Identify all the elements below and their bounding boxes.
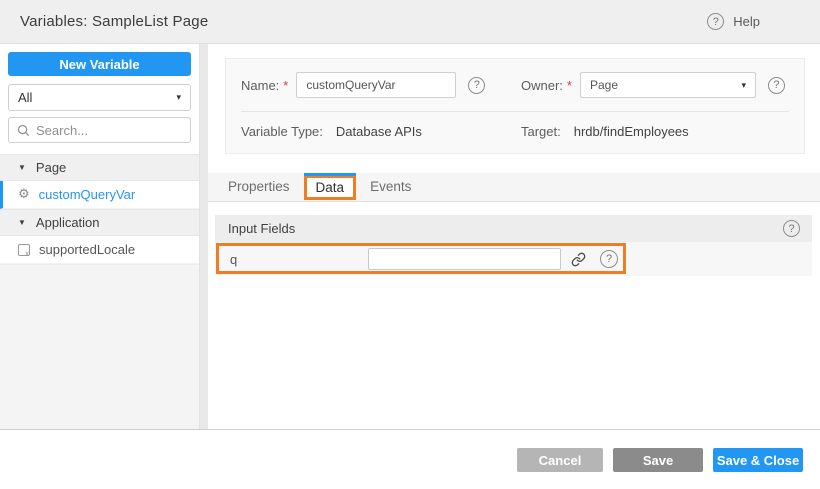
owner-help-icon[interactable]: ?	[768, 77, 785, 94]
name-help-icon[interactable]: ?	[468, 77, 485, 94]
field-help-icon[interactable]: ?	[600, 250, 618, 268]
tree-group-page[interactable]: ▼ Page	[0, 154, 199, 181]
tree-group-label: Page	[36, 160, 66, 175]
variable-summary-panel: Name: * ? Owner: * Page ▾ ?	[225, 58, 805, 154]
dialog-header: Variables: SampleList Page ? Help	[0, 0, 820, 44]
input-fields-title: Input Fields	[228, 221, 295, 236]
collapse-arrow-icon: ▼	[18, 218, 26, 227]
chevron-down-icon: ▾	[741, 80, 746, 91]
target-value: hrdb/findEmployees	[574, 124, 689, 139]
tab-events[interactable]: Events	[356, 173, 425, 201]
field-q-input[interactable]	[368, 248, 561, 270]
page-title: Variables: SampleList Page	[20, 13, 208, 30]
target-label: Target:	[521, 124, 561, 139]
tab-properties[interactable]: Properties	[214, 173, 304, 201]
variables-sidebar: New Variable All ▾ ▼ Page	[0, 44, 200, 429]
tab-data[interactable]: Data	[304, 175, 357, 200]
required-marker: *	[283, 78, 288, 93]
required-marker: *	[567, 78, 572, 93]
variables-tree: ▼ Page ⚙ customQueryVar ▼ Application x …	[0, 154, 199, 429]
tree-group-label: Application	[36, 215, 100, 230]
chevron-down-icon: ▾	[176, 92, 181, 103]
owner-label: Owner:	[521, 78, 563, 93]
bind-link-icon[interactable]	[571, 252, 586, 267]
filter-selected-value: All	[18, 90, 32, 105]
detail-tabs: Properties Data Events	[208, 173, 820, 202]
owner-select[interactable]: Page ▾	[580, 72, 756, 98]
input-fields-help-icon[interactable]: ?	[783, 220, 800, 237]
input-fields-section: Input Fields ? q ?	[215, 215, 812, 276]
panel-divider	[241, 111, 789, 112]
help-icon: ?	[707, 13, 724, 30]
tree-item-label: supportedLocale	[39, 242, 135, 257]
tree-item-customqueryvar[interactable]: ⚙ customQueryVar	[0, 181, 199, 209]
sidebar-empty-area	[0, 264, 199, 429]
tree-group-application[interactable]: ▼ Application	[0, 209, 199, 236]
variable-type-label: Variable Type:	[241, 124, 323, 139]
locale-variable-icon: x	[18, 244, 30, 256]
help-button[interactable]: ? Help	[707, 13, 760, 30]
name-field[interactable]	[296, 72, 456, 98]
collapse-arrow-icon: ▼	[18, 163, 26, 172]
search-icon	[17, 124, 30, 137]
variable-type-value: Database APIs	[336, 124, 422, 139]
name-label: Name:	[241, 78, 279, 93]
variable-filter-select[interactable]: All ▾	[8, 84, 191, 111]
variable-search-box[interactable]	[8, 117, 191, 143]
variable-detail-panel: Name: * ? Owner: * Page ▾ ?	[208, 44, 820, 429]
sidebar-divider	[200, 44, 208, 429]
input-fields-header: Input Fields ?	[215, 215, 812, 242]
tree-item-supportedlocale[interactable]: x supportedLocale	[0, 236, 199, 264]
cancel-button[interactable]: Cancel	[517, 448, 603, 472]
save-and-close-button[interactable]: Save & Close	[713, 448, 803, 472]
owner-selected-value: Page	[590, 78, 618, 92]
gear-icon: ⚙	[18, 188, 30, 201]
help-label: Help	[733, 14, 760, 29]
field-name-label: q	[230, 252, 368, 267]
search-input[interactable]	[36, 123, 182, 138]
input-field-row-q: q ?	[215, 242, 812, 276]
dialog-footer: Cancel Save Save & Close	[0, 429, 820, 489]
new-variable-button[interactable]: New Variable	[8, 52, 191, 76]
save-button[interactable]: Save	[613, 448, 703, 472]
tree-item-label: customQueryVar	[39, 187, 136, 202]
